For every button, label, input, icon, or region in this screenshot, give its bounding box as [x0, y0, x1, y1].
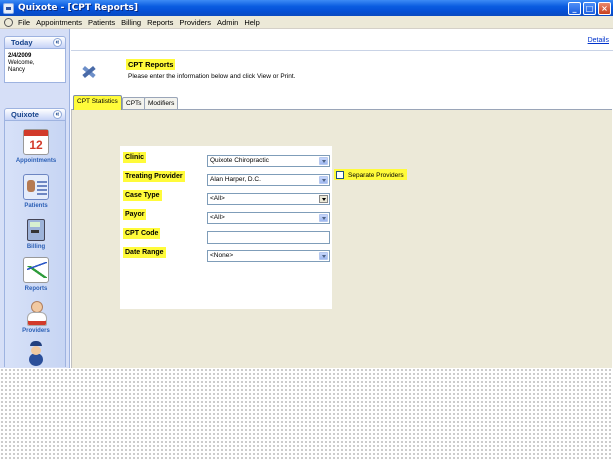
- cpt-code-label: CPT Code: [123, 228, 161, 239]
- chevron-down-icon[interactable]: [319, 252, 328, 260]
- payor-label: Payor: [123, 209, 147, 220]
- date-range-value: <None>: [210, 252, 234, 259]
- welcome-text: Welcome,: [8, 60, 35, 66]
- app-window: Quixote - [CPT Reports] _ □ × File Appoi…: [0, 0, 613, 368]
- nav-billing[interactable]: Billing: [5, 215, 67, 250]
- separate-providers-label: Separate Providers: [348, 171, 404, 179]
- chevron-down-icon[interactable]: [319, 157, 328, 165]
- today-panel-header[interactable]: Today «: [4, 36, 66, 49]
- nav-providers-label: Providers: [22, 328, 50, 334]
- page-instructions: Please enter the information below and c…: [128, 73, 296, 80]
- nav-appointments[interactable]: Appointments: [5, 129, 67, 164]
- nav-appointments-label: Appointments: [15, 158, 57, 164]
- title-bar[interactable]: Quixote - [CPT Reports] _ □ ×: [0, 0, 613, 16]
- menu-bar: File Appointments Patients Billing Repor…: [0, 16, 613, 29]
- clinic-label: Clinic: [123, 152, 147, 163]
- report-form: Clinic Quixote Chiropractic Treating Pro…: [120, 146, 332, 309]
- chevron-down-icon[interactable]: [319, 176, 328, 184]
- separate-providers-checkbox[interactable]: Separate Providers: [334, 169, 407, 180]
- nav-panel: Appointments Patients Billing Reports Pr…: [4, 121, 66, 367]
- main-content: Details CPT Reports Please enter the inf…: [71, 29, 613, 368]
- today-header-label: Today: [11, 38, 33, 47]
- menu-providers[interactable]: Providers: [176, 18, 214, 27]
- nav-billing-label: Billing: [26, 244, 46, 250]
- details-link[interactable]: Details: [588, 37, 609, 44]
- payor-select[interactable]: <All>: [207, 212, 330, 224]
- sidebar: Today « 2/4/2009 Welcome, Nancy Quixote …: [0, 29, 70, 368]
- treating-provider-label: Treating Provider: [123, 171, 185, 182]
- payor-value: <All>: [210, 214, 225, 221]
- collapse-chevron-icon[interactable]: «: [53, 38, 62, 47]
- today-date: 2/4/2009: [8, 53, 32, 59]
- doctor-icon: [23, 299, 49, 326]
- cpt-code-input[interactable]: [207, 231, 330, 244]
- cpt-statistics-panel: Clinic Quixote Chiropractic Treating Pro…: [71, 109, 612, 368]
- system-menu-icon[interactable]: [3, 17, 13, 27]
- page-title: CPT Reports: [126, 59, 176, 70]
- calendar-icon: [23, 129, 49, 155]
- header-divider: [71, 50, 613, 51]
- minimize-button[interactable]: _: [568, 1, 581, 15]
- menu-billing[interactable]: Billing: [118, 18, 144, 27]
- tab-cpt-statistics[interactable]: CPT Statistics: [73, 95, 122, 110]
- close-button[interactable]: ×: [598, 1, 611, 15]
- window-title: Quixote - [CPT Reports]: [18, 3, 138, 13]
- quixote-header-label: Quixote: [11, 110, 39, 119]
- menu-appointments[interactable]: Appointments: [33, 18, 85, 27]
- quixote-panel-header[interactable]: Quixote «: [4, 108, 66, 121]
- treating-provider-value: Alan Harper, D.C.: [210, 176, 261, 183]
- menu-help[interactable]: Help: [241, 18, 262, 27]
- chart-icon: [23, 257, 49, 283]
- case-type-value: <All>: [210, 195, 225, 202]
- treating-provider-select[interactable]: Alan Harper, D.C.: [207, 174, 330, 186]
- case-type-select[interactable]: <All>: [207, 193, 330, 205]
- menu-file[interactable]: File: [15, 18, 33, 27]
- chevron-down-icon[interactable]: [319, 214, 328, 222]
- nav-patients-label: Patients: [24, 203, 48, 209]
- menu-reports[interactable]: Reports: [144, 18, 176, 27]
- checkbox-box[interactable]: [336, 171, 344, 179]
- nav-reports-label: Reports: [24, 286, 48, 292]
- nav-providers[interactable]: Providers: [5, 299, 67, 334]
- chevron-down-icon[interactable]: [319, 195, 328, 203]
- user-name: Nancy: [8, 67, 26, 73]
- tools-icon: [79, 62, 99, 82]
- today-panel: 2/4/2009 Welcome, Nancy: [4, 49, 66, 83]
- nav-admin[interactable]: [5, 341, 67, 367]
- tab-strip: CPT Statistics CPTs Modifiers: [71, 95, 613, 110]
- calculator-icon: [23, 215, 49, 241]
- clinic-value: Quixote Chiropractic: [210, 157, 269, 164]
- nav-reports[interactable]: Reports: [5, 257, 67, 292]
- date-range-label: Date Range: [123, 247, 166, 258]
- patient-card-icon: [23, 174, 49, 200]
- nav-patients[interactable]: Patients: [5, 174, 67, 209]
- date-range-select[interactable]: <None>: [207, 250, 330, 262]
- menu-admin[interactable]: Admin: [214, 18, 241, 27]
- app-icon: [3, 2, 14, 14]
- menu-patients[interactable]: Patients: [85, 18, 118, 27]
- collapse-chevron-icon[interactable]: «: [53, 110, 62, 119]
- case-type-label: Case Type: [123, 190, 162, 201]
- clinic-select[interactable]: Quixote Chiropractic: [207, 155, 330, 167]
- admin-icon: [23, 341, 49, 367]
- maximize-button[interactable]: □: [583, 1, 596, 15]
